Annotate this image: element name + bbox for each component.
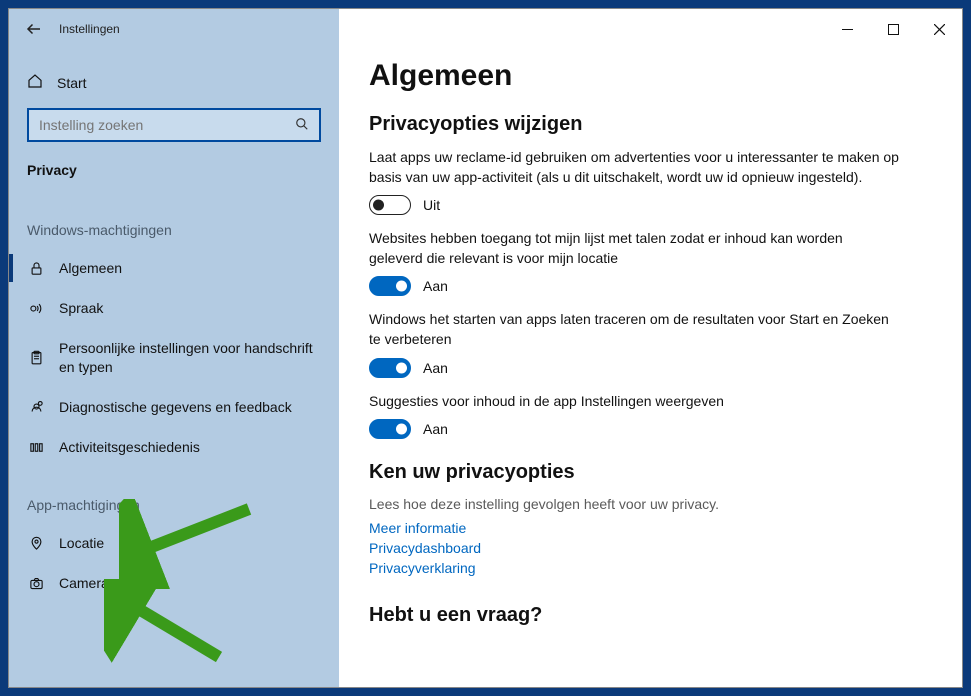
- sidebar-item-label: Camera: [59, 574, 321, 592]
- lock-icon: [27, 261, 45, 276]
- sidebar-item-spraak[interactable]: Spraak: [9, 288, 339, 328]
- minimize-button[interactable]: [824, 9, 870, 49]
- toggle-block: Laat apps uw reclame-id gebruiken om adv…: [369, 148, 932, 215]
- titlebar: Instellingen: [9, 9, 962, 49]
- search-icon: [295, 117, 309, 134]
- toggle-block: Websites hebben toegang tot mijn lijst m…: [369, 229, 932, 296]
- camera-icon: [27, 576, 45, 591]
- toggle-block: Suggesties voor inhoud in de app Instell…: [369, 392, 932, 440]
- window-controls: [824, 9, 962, 49]
- toggle-desc: Laat apps uw reclame-id gebruiken om adv…: [369, 148, 899, 187]
- speech-icon: [27, 301, 45, 316]
- activity-icon: [27, 440, 45, 455]
- toggle-value: Aan: [423, 278, 448, 294]
- toggle-value: Aan: [423, 360, 448, 376]
- search-box[interactable]: [27, 108, 321, 142]
- question-heading: Hebt u een vraag?: [369, 604, 932, 627]
- sidebar-item-label: Diagnostische gegevens en feedback: [59, 398, 321, 416]
- toggle-desc: Websites hebben toegang tot mijn lijst m…: [369, 229, 899, 268]
- sidebar-item-diagnostiek[interactable]: Diagnostische gegevens en feedback: [9, 387, 339, 427]
- sidebar-item-handschrift[interactable]: Persoonlijke instellingen voor handschri…: [9, 328, 339, 386]
- toggle-app-tracking[interactable]: [369, 358, 411, 378]
- category-title: Privacy: [9, 154, 339, 192]
- toggle-ad-id[interactable]: [369, 195, 411, 215]
- link-statement[interactable]: Privacyverklaring: [369, 560, 932, 576]
- home-icon: [27, 73, 43, 92]
- toggle-suggestions[interactable]: [369, 419, 411, 439]
- know-lead: Lees hoe deze instelling gevolgen heeft …: [369, 496, 932, 512]
- toggle-language-access[interactable]: [369, 276, 411, 296]
- feedback-icon: [27, 399, 45, 414]
- content-pane: Algemeen Privacyopties wijzigen Laat app…: [339, 9, 962, 687]
- toggle-value: Aan: [423, 421, 448, 437]
- know-title: Ken uw privacyopties: [369, 461, 932, 484]
- link-more-info[interactable]: Meer informatie: [369, 520, 932, 536]
- maximize-button[interactable]: [870, 9, 916, 49]
- search-input[interactable]: [39, 117, 295, 133]
- sidebar-item-label: Persoonlijke instellingen voor handschri…: [59, 339, 321, 375]
- sidebar-item-label: Spraak: [59, 299, 321, 317]
- sidebar-item-activiteit[interactable]: Activiteitsgeschiedenis: [9, 427, 339, 467]
- sidebar-item-label: Locatie: [59, 534, 321, 552]
- toggle-value: Uit: [423, 197, 440, 213]
- toggle-desc: Suggesties voor inhoud in de app Instell…: [369, 392, 899, 412]
- back-button[interactable]: [9, 9, 59, 49]
- sidebar-item-label: Algemeen: [59, 259, 321, 277]
- page-title: Algemeen: [369, 59, 932, 93]
- settings-window: Instellingen Start Privacy Windows-macht…: [8, 8, 963, 688]
- group-app-perms: App-machtigingen: [9, 467, 339, 523]
- section-privacy-options: Privacyopties wijzigen: [369, 113, 932, 136]
- sidebar-item-label: Activiteitsgeschiedenis: [59, 438, 321, 456]
- toggle-desc: Windows het starten van apps laten trace…: [369, 310, 899, 349]
- home-button[interactable]: Start: [9, 63, 339, 102]
- group-windows-perms: Windows-machtigingen: [9, 192, 339, 248]
- sidebar-item-camera[interactable]: Camera: [9, 563, 339, 603]
- know-section: Ken uw privacyopties Lees hoe deze inste…: [369, 461, 932, 576]
- sidebar: Start Privacy Windows-machtigingen Algem…: [9, 9, 339, 687]
- sidebar-item-algemeen[interactable]: Algemeen: [9, 248, 339, 288]
- location-icon: [27, 536, 45, 551]
- sidebar-item-locatie[interactable]: Locatie: [9, 523, 339, 563]
- link-dashboard[interactable]: Privacydashboard: [369, 540, 932, 556]
- toggle-block: Windows het starten van apps laten trace…: [369, 310, 932, 377]
- close-button[interactable]: [916, 9, 962, 49]
- window-title: Instellingen: [59, 22, 120, 36]
- home-label: Start: [57, 75, 87, 91]
- clipboard-icon: [27, 350, 45, 365]
